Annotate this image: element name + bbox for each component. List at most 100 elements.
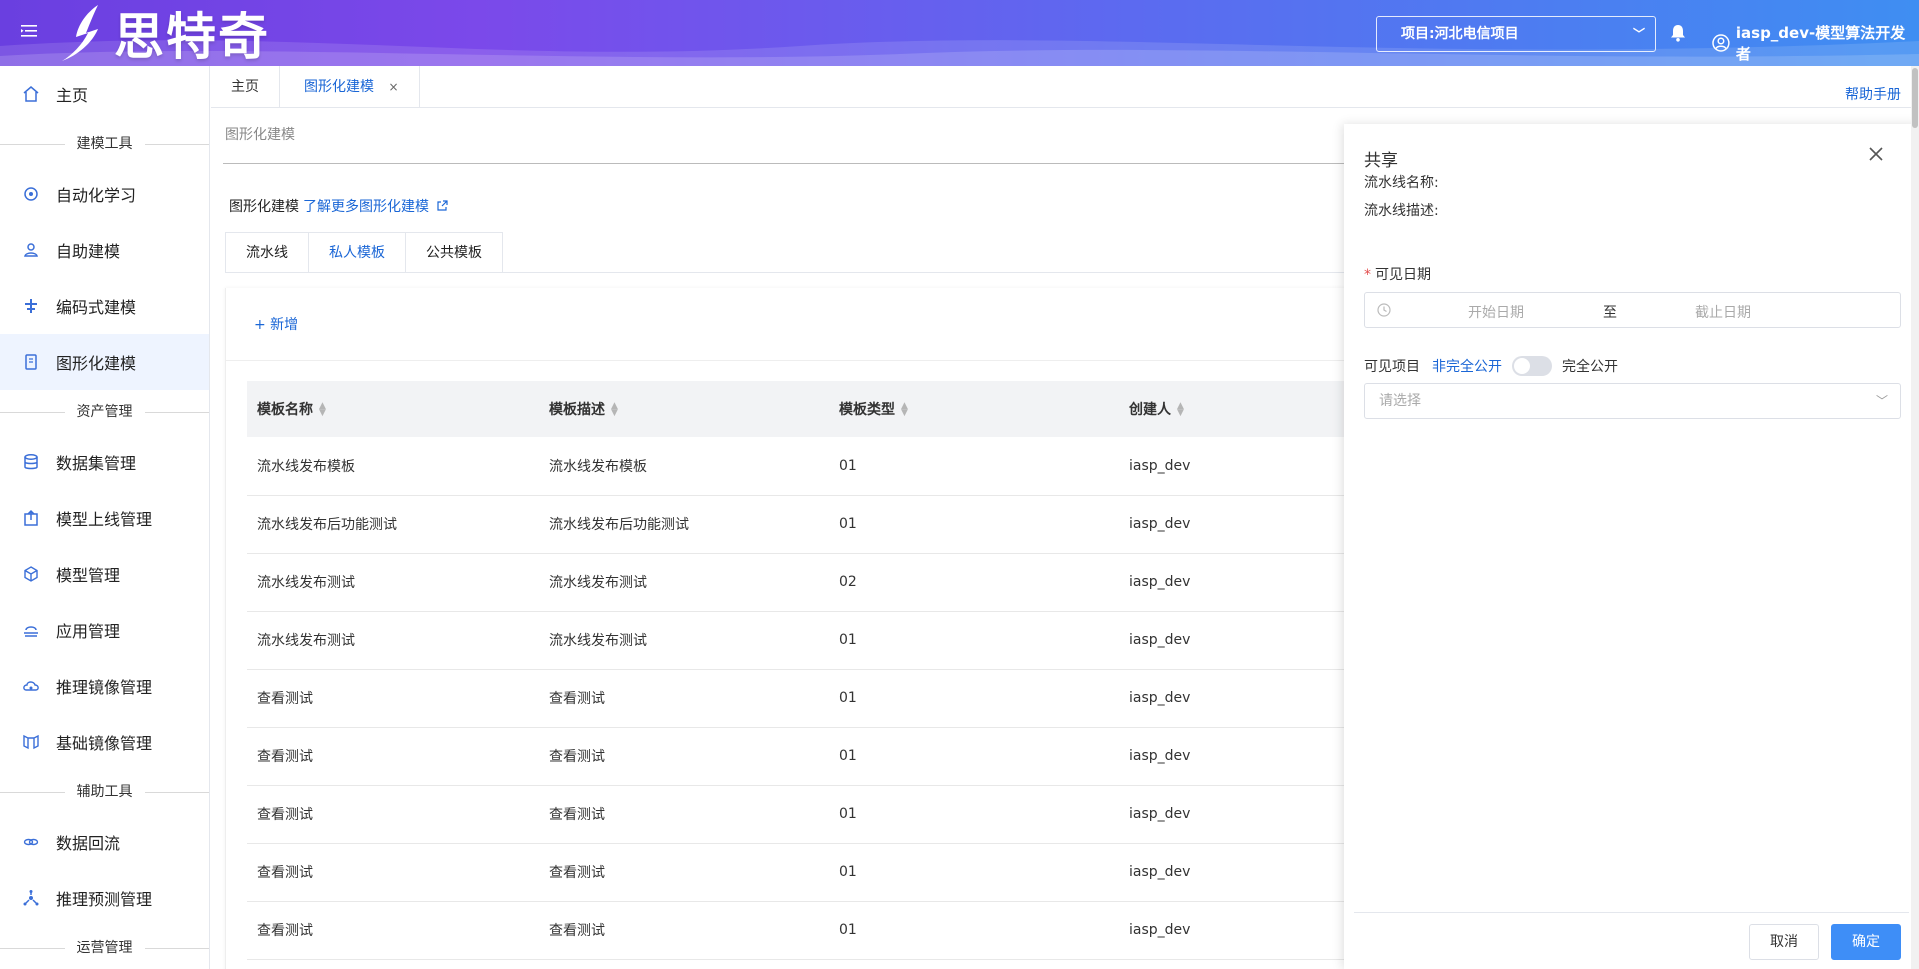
public-toggle[interactable] (1512, 356, 1552, 376)
table-cell: 查看测试 (247, 669, 539, 728)
sort-icon[interactable]: ▲ ▼ (1177, 402, 1184, 418)
sidebar-item[interactable]: 数据回流 (0, 814, 209, 870)
logo-text: 思特奇 (114, 8, 270, 66)
sort-icon[interactable]: ▲ ▼ (319, 402, 326, 418)
sidebar-group-text: 运营管理 (64, 940, 145, 956)
confirm-button[interactable]: 确定 (1831, 924, 1901, 960)
add-button[interactable]: + 新增 (254, 314, 298, 334)
table-cell: 查看测试 (247, 785, 539, 844)
table-cell: 01 (829, 437, 1119, 496)
option-full-public[interactable]: 完全公开 (1562, 356, 1618, 376)
sidebar-item[interactable]: 推理镜像管理 (0, 658, 209, 714)
sidebar-item-label: 推理镜像管理 (56, 678, 153, 697)
tab-bar: 主页 图形化建模 × 帮助手册 (211, 66, 1919, 108)
project-select-input[interactable]: 请选择 ﹀ (1364, 383, 1901, 419)
column-header-creator-label: 创建人 (1129, 402, 1171, 418)
sidebar-item-label: 应用管理 (56, 622, 121, 641)
table-cell: 流水线发布测试 (539, 611, 829, 670)
table-cell: 流水线发布后功能测试 (539, 495, 829, 554)
scrollbar-thumb[interactable] (1912, 68, 1918, 128)
close-tab-icon[interactable]: × (388, 80, 398, 94)
sidebar-group-label: 资产管理 (0, 390, 209, 434)
project-select[interactable]: 项目:河北电信项目 ﹀ (1376, 16, 1656, 52)
close-icon[interactable] (1868, 146, 1886, 164)
column-header-type-label: 模板类型 (839, 402, 895, 418)
sidebar-item-label: 数据回流 (56, 834, 121, 853)
subtab-pipeline[interactable]: 流水线 (225, 232, 308, 273)
clock-icon (1377, 303, 1391, 317)
sidebar: 主页建模工具自动化学习 自助建模编码式建模图形化建模资产管理数据集管理 模型上线管理… (0, 66, 210, 969)
visible-date-label-text: 可见日期 (1375, 267, 1431, 283)
sidebar-group-text: 资产管理 (64, 404, 145, 420)
end-date-input[interactable]: 截止日期 (1695, 302, 1751, 322)
sidebar-item[interactable]: 图形化建模 (0, 334, 209, 390)
tab-graphic-modeling-label: 图形化建模 (304, 79, 374, 95)
user-avatar-icon (1712, 34, 1730, 52)
date-range-picker[interactable]: 开始日期 至 截止日期 (1364, 292, 1901, 328)
automl-icon (22, 185, 40, 203)
sidebar-group-text: 建模工具 (64, 136, 145, 152)
sidebar-item[interactable]: 模型上线管理 (0, 490, 209, 546)
subtab-public-template[interactable]: 公共模板 (405, 232, 503, 273)
sidebar-item[interactable]: 模型管理 (0, 546, 209, 602)
table-cell: 01 (829, 669, 1119, 728)
template-subtabs: 流水线 私人模板 公共模板 (225, 232, 503, 273)
start-date-input[interactable]: 开始日期 (1468, 302, 1524, 322)
table-cell: 01 (829, 901, 1119, 960)
sidebar-item[interactable]: 自动化学习 (0, 166, 209, 222)
column-header-name[interactable]: 模板名称 ▲ ▼ (247, 381, 539, 437)
self-modeling-icon (22, 241, 40, 259)
table-cell: 流水线发布模板 (247, 437, 539, 496)
dataset-icon (22, 453, 40, 471)
sort-icon[interactable]: ▲ ▼ (901, 402, 908, 418)
visible-project-label: 可见项目 (1364, 359, 1420, 375)
subtab-private-template[interactable]: 私人模板 (308, 232, 405, 273)
sidebar-item[interactable]: 主页 (0, 66, 209, 122)
user-menu[interactable]: iasp_dev-模型算法开发者 (1712, 22, 1919, 64)
table-cell: 02 (829, 553, 1119, 612)
inference-predict-icon (22, 889, 40, 907)
tab-home[interactable]: 主页 (211, 66, 280, 108)
table-cell: 查看测试 (539, 843, 829, 902)
table-cell: 01 (829, 843, 1119, 902)
sort-icon[interactable]: ▲ ▼ (611, 402, 618, 418)
column-header-description[interactable]: 模板描述 ▲ ▼ (539, 381, 829, 437)
column-header-type[interactable]: 模板类型 ▲ ▼ (829, 381, 1119, 437)
table-cell: 查看测试 (247, 843, 539, 902)
table-cell: 流水线发布测试 (247, 611, 539, 670)
sidebar-item-label: 模型管理 (56, 566, 121, 585)
column-header-description-label: 模板描述 (549, 402, 605, 418)
required-mark: * (1364, 267, 1371, 283)
code-modeling-icon (22, 297, 40, 315)
top-header: 思特奇 项目:河北电信项目 ﹀ iasp_dev-模型算法开发者 (0, 0, 1919, 66)
bell-icon[interactable] (1670, 24, 1688, 44)
tab-graphic-modeling[interactable]: 图形化建模 × (284, 66, 420, 108)
intro-text: 图形化建模 (229, 199, 299, 215)
sidebar-item[interactable]: 自助建模 (0, 222, 209, 278)
menu-toggle-icon[interactable] (20, 22, 42, 44)
sidebar-item[interactable]: 推理预测管理 (0, 870, 209, 926)
model-icon (22, 565, 40, 583)
drawer-footer-divider (1354, 912, 1909, 913)
select-placeholder: 请选择 (1379, 393, 1421, 409)
sidebar-item[interactable]: 基础镜像管理 (0, 714, 209, 770)
option-partial-public[interactable]: 非完全公开 (1432, 356, 1502, 376)
table-cell: 01 (829, 785, 1119, 844)
page-scrollbar[interactable] (1911, 66, 1919, 969)
sidebar-item-label: 编码式建模 (56, 298, 137, 317)
chevron-down-icon: ﹀ (1875, 394, 1888, 408)
help-manual-link[interactable]: 帮助手册 (1845, 84, 1901, 104)
sidebar-item[interactable]: 编码式建模 (0, 278, 209, 334)
sidebar-group-label: 辅助工具 (0, 770, 209, 814)
table-cell: 流水线发布模板 (539, 437, 829, 496)
brand-logo[interactable]: 思特奇 (58, 2, 270, 66)
sidebar-item[interactable]: 应用管理 (0, 602, 209, 658)
learn-more-link[interactable]: 了解更多图形化建模 (303, 199, 449, 215)
sidebar-item[interactable]: 数据集管理 (0, 434, 209, 490)
range-separator: 至 (1603, 305, 1617, 321)
logo-mark-icon (62, 5, 98, 61)
graphic-modeling-icon (22, 353, 40, 371)
cancel-button[interactable]: 取消 (1749, 924, 1819, 960)
breadcrumb: 图形化建模 (225, 127, 295, 143)
table-cell: 流水线发布测试 (247, 553, 539, 612)
